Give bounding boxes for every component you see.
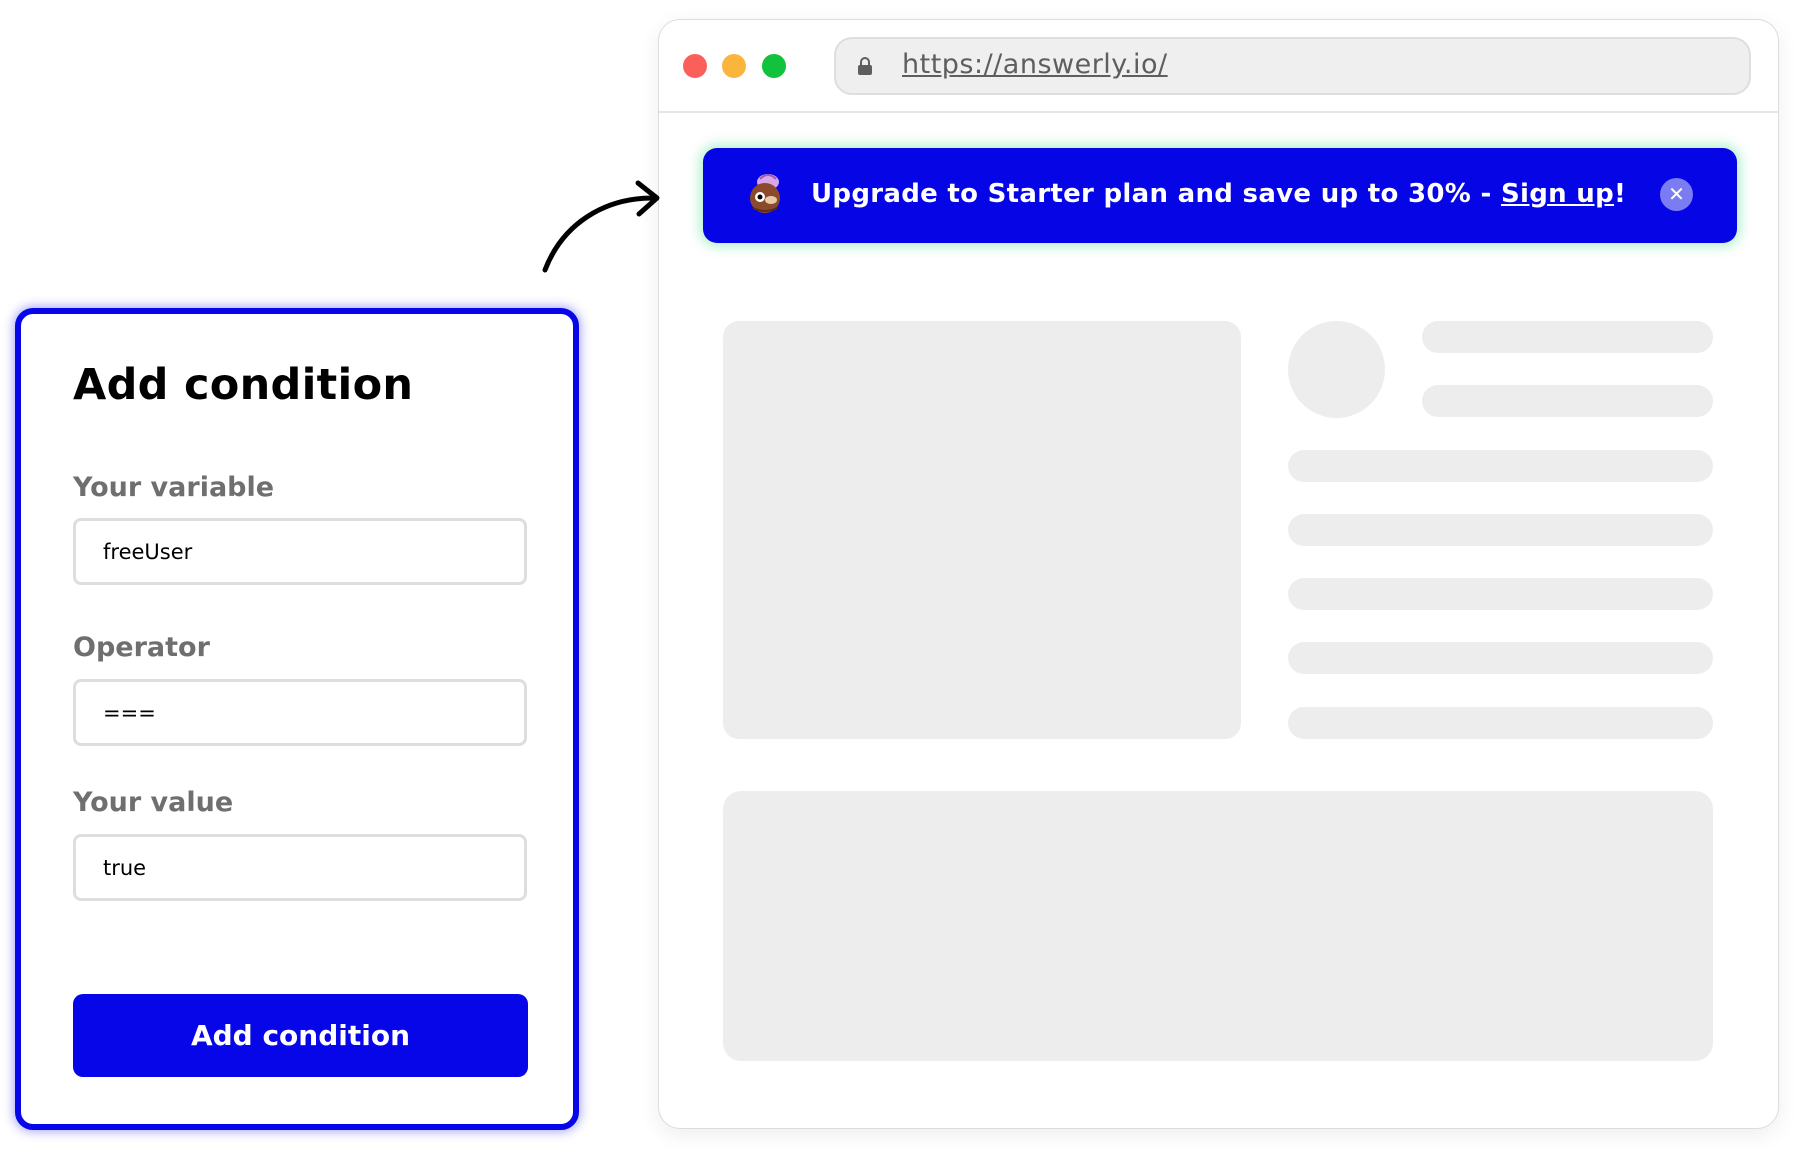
variable-label: Your variable (73, 472, 275, 503)
text-line-placeholder (1288, 578, 1713, 610)
avatar-placeholder (1288, 321, 1385, 418)
close-window-button[interactable] (683, 54, 707, 78)
browser-window: https://answerly.io/ Upgrade to Starter … (658, 19, 1779, 1129)
card-title: Add condition (73, 360, 414, 410)
minimize-window-button[interactable] (722, 54, 746, 78)
operator-label: Operator (73, 632, 210, 663)
mascot-icon (750, 174, 780, 213)
add-condition-card: Add condition Your variable Operator You… (15, 308, 579, 1130)
url-text[interactable]: https://answerly.io/ (902, 49, 1168, 80)
banner-message: Upgrade to Starter plan and save up to 3… (811, 179, 1626, 209)
close-banner-button[interactable]: ✕ (1660, 178, 1693, 211)
address-bar[interactable]: https://answerly.io/ (834, 37, 1751, 95)
add-condition-button[interactable]: Add condition (73, 994, 528, 1077)
text-line-placeholder (1422, 385, 1713, 417)
banner-exclamation: ! (1614, 179, 1627, 209)
upgrade-banner: Upgrade to Starter plan and save up to 3… (703, 148, 1737, 243)
value-label: Your value (73, 787, 234, 818)
text-line-placeholder (1288, 450, 1713, 482)
image-placeholder (723, 321, 1241, 739)
content-block-placeholder (723, 791, 1713, 1061)
banner-text: Upgrade to Starter plan and save up to 3… (811, 179, 1501, 209)
text-line-placeholder (1288, 642, 1713, 674)
maximize-window-button[interactable] (762, 54, 786, 78)
text-line-placeholder (1288, 514, 1713, 546)
text-line-placeholder (1422, 321, 1713, 353)
lock-icon (858, 57, 872, 75)
text-line-placeholder (1288, 707, 1713, 739)
browser-toolbar: https://answerly.io/ (659, 20, 1778, 113)
close-icon: ✕ (1668, 182, 1685, 206)
curved-arrow-icon (542, 180, 660, 273)
variable-input[interactable] (73, 518, 527, 585)
sign-up-link[interactable]: Sign up (1501, 179, 1614, 209)
value-input[interactable] (73, 834, 527, 901)
operator-input[interactable] (73, 679, 527, 746)
